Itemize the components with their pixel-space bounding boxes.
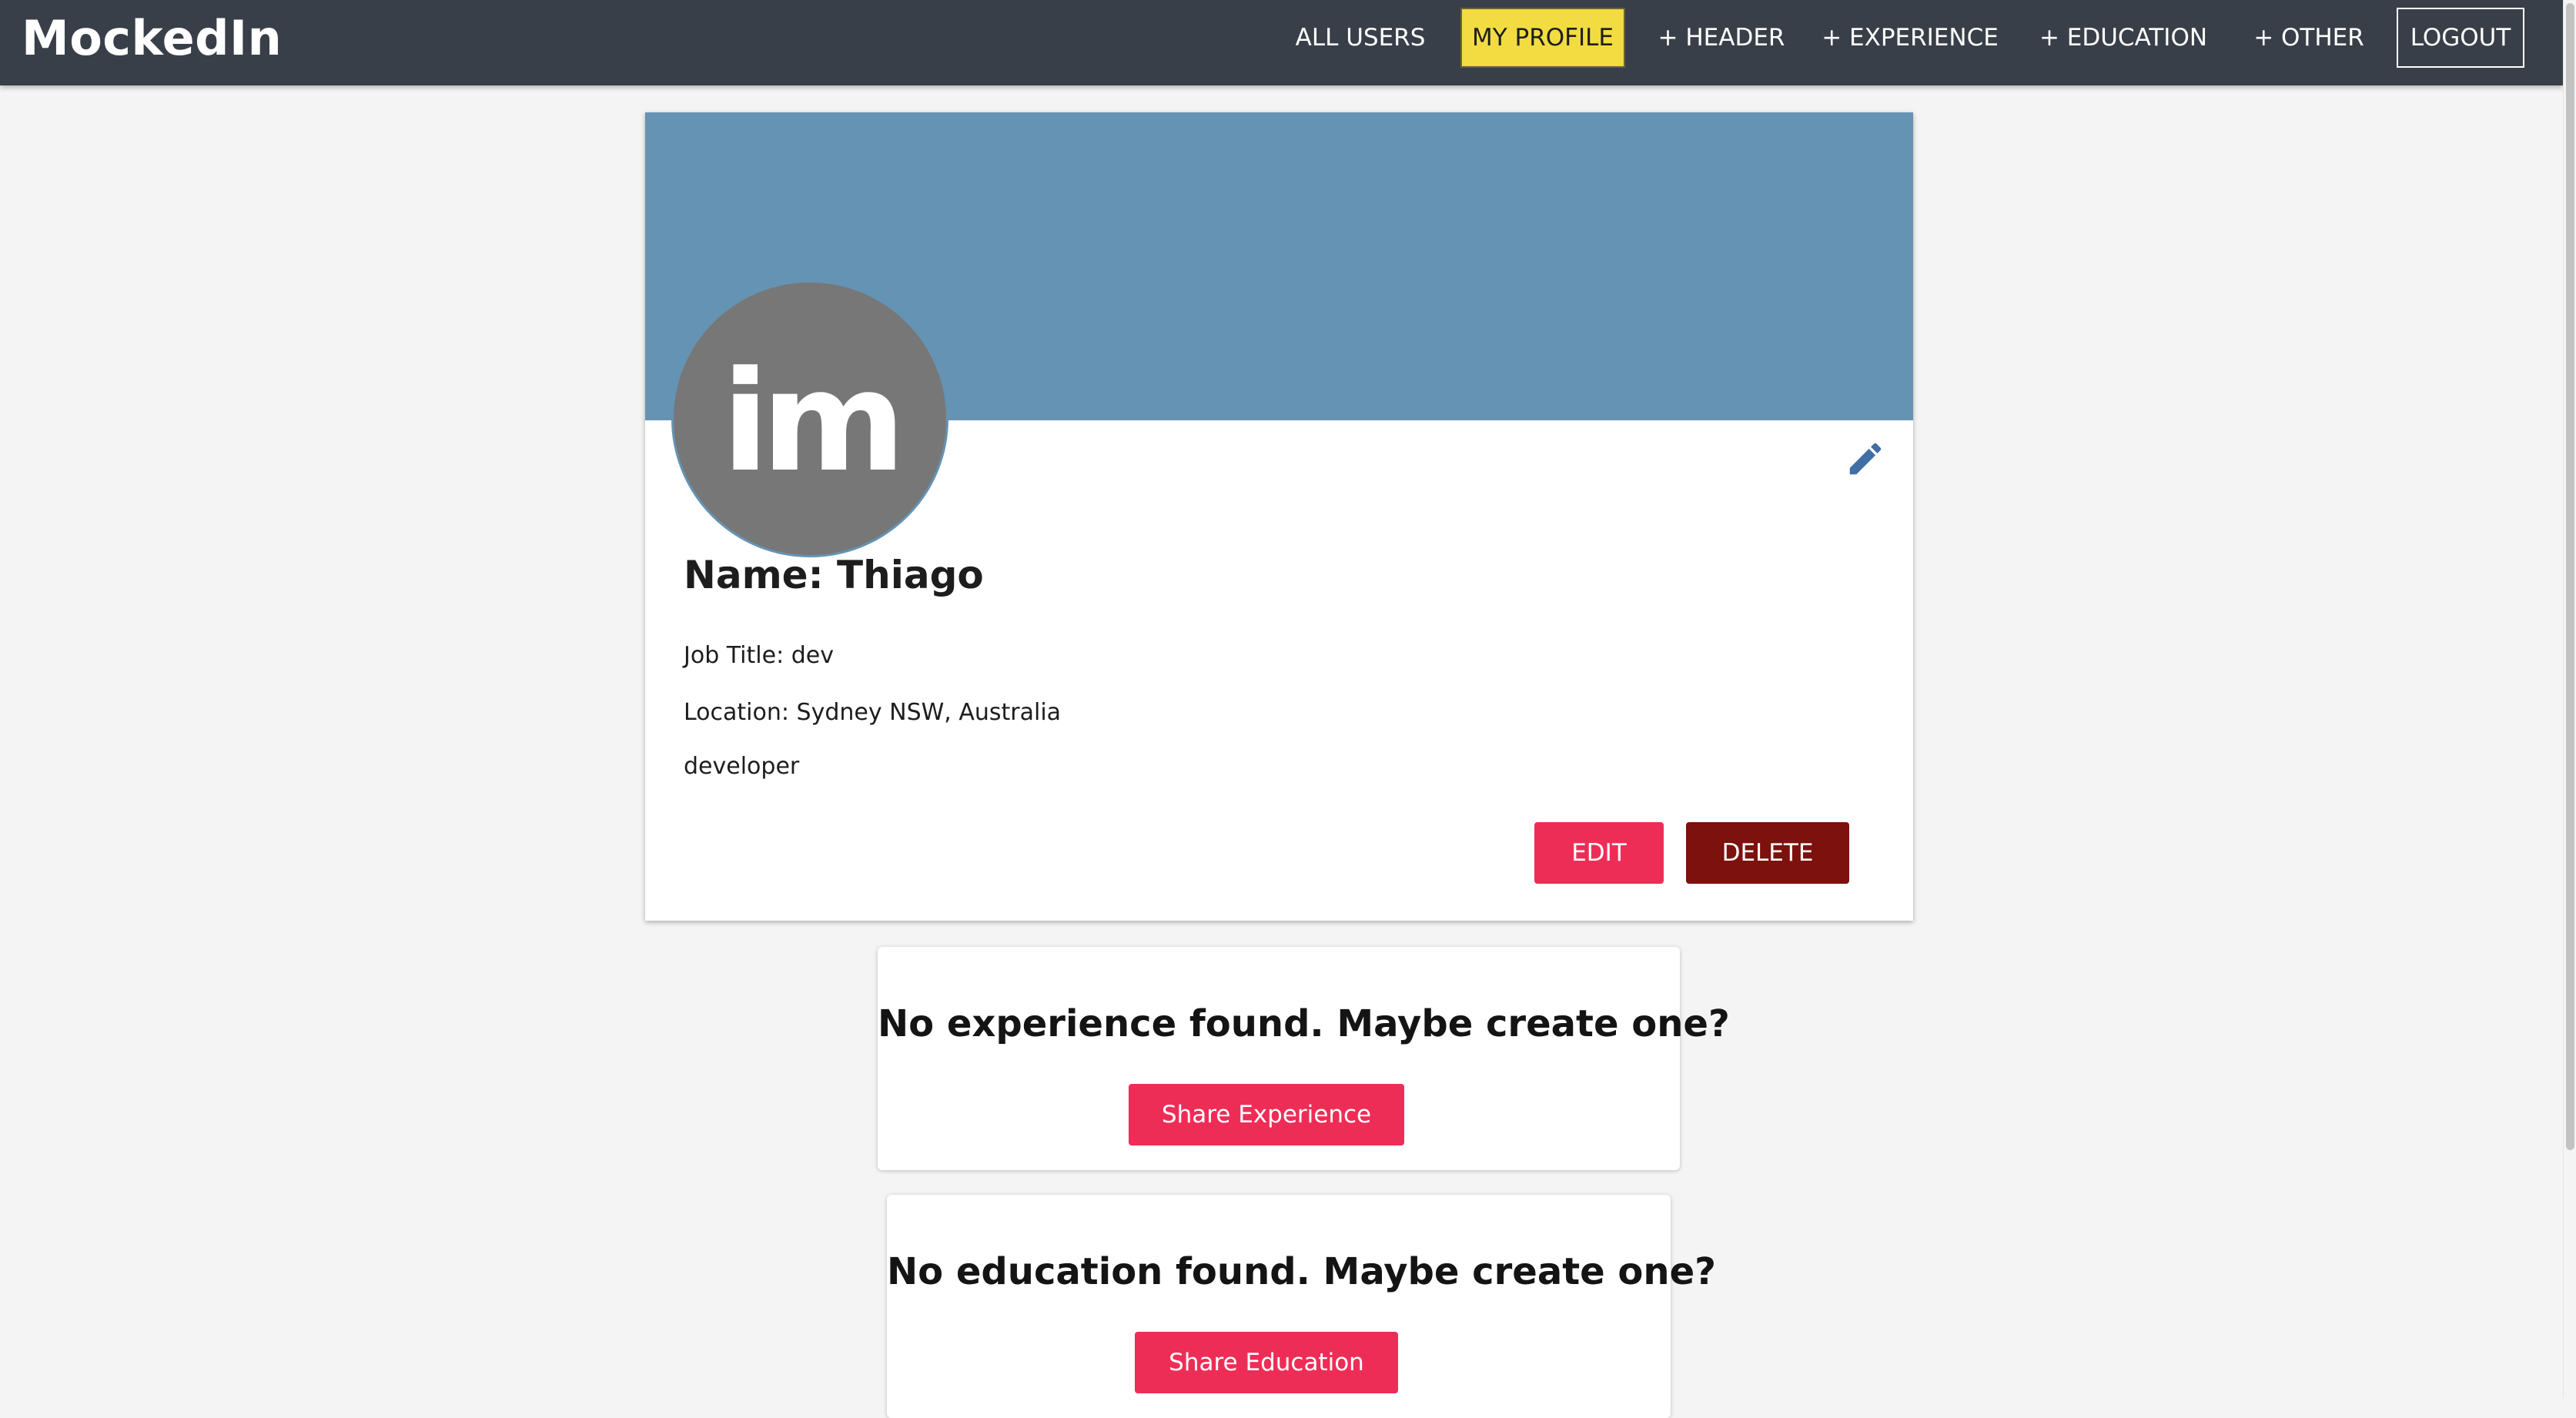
page-scrollbar[interactable] [2563, 0, 2576, 1398]
nav-add-other[interactable]: + OTHER [2248, 8, 2370, 68]
share-education-button[interactable]: Share Education [1135, 1332, 1398, 1393]
profile-card: im Name: Thiago Job Title: dev Location:… [645, 112, 1913, 921]
brand-logo[interactable]: MockedIn [22, 8, 282, 69]
avatar: im [671, 280, 948, 557]
nav-add-experience[interactable]: + EXPERIENCE [1822, 8, 1999, 68]
nav-add-education[interactable]: + EDUCATION [2036, 8, 2210, 68]
pencil-icon[interactable] [1845, 438, 1886, 480]
delete-profile-button[interactable]: DELETE [1686, 822, 1849, 884]
experience-empty-card: No experience found. Maybe create one? S… [878, 947, 1730, 1170]
education-empty-message: No education found. Maybe create one? [887, 1250, 1716, 1293]
avatar-initials: im [721, 341, 905, 503]
profile-job-title: Job Title: dev [684, 642, 834, 669]
edit-profile-button[interactable]: EDIT [1534, 822, 1664, 884]
profile-description: developer [684, 753, 800, 780]
share-experience-button[interactable]: Share Experience [1129, 1084, 1404, 1145]
scrollbar-thumb[interactable] [2566, 3, 2574, 1150]
nav-add-header[interactable]: + HEADER [1655, 8, 1788, 68]
top-navbar: MockedIn ALL USERS MY PROFILE + HEADER +… [0, 0, 2563, 85]
nav-all-users[interactable]: ALL USERS [1287, 8, 1434, 68]
education-empty-card: No education found. Maybe create one? Sh… [887, 1195, 1716, 1418]
nav-my-profile[interactable]: MY PROFILE [1460, 8, 1625, 68]
experience-empty-message: No experience found. Maybe create one? [878, 1002, 1730, 1045]
profile-name: Name: Thiago [684, 553, 984, 597]
logout-button[interactable]: LOGOUT [2397, 8, 2524, 68]
profile-location: Location: Sydney NSW, Australia [684, 699, 1062, 726]
